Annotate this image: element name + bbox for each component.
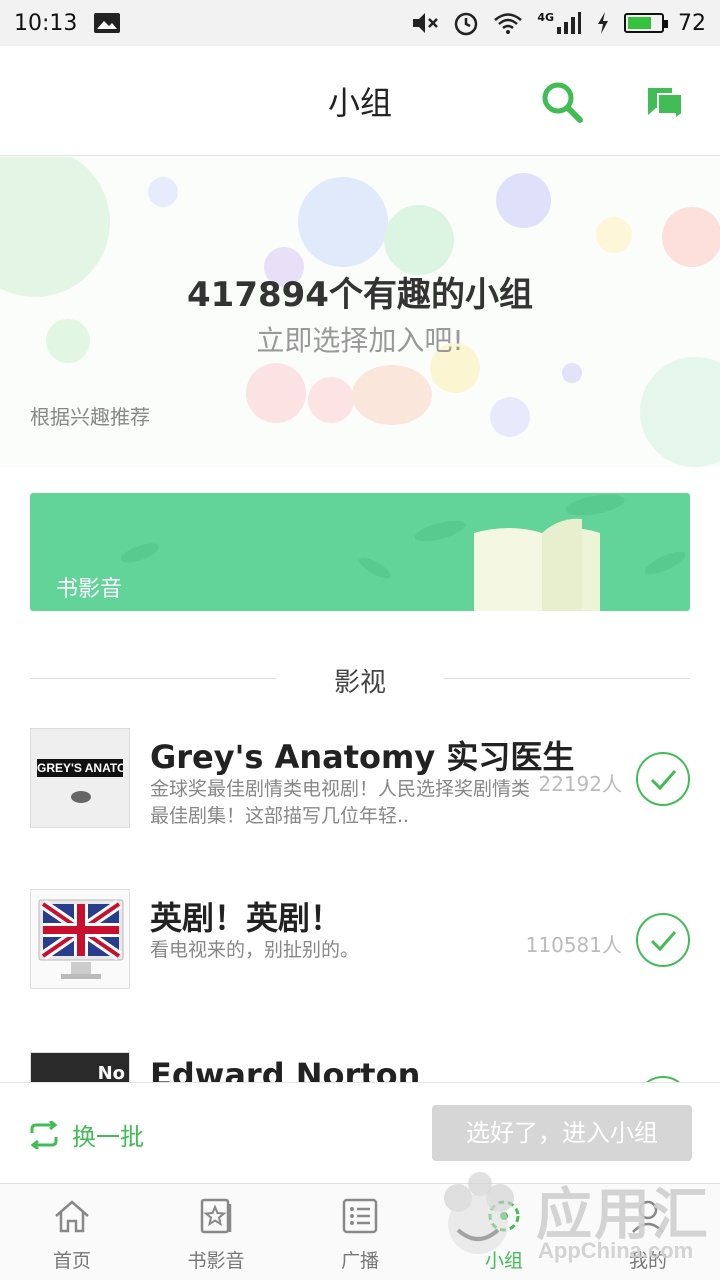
book-icon — [474, 518, 600, 611]
group-title: Grey's Anatomy 实习医生 — [150, 738, 575, 776]
member-count: 110581人 — [525, 933, 622, 957]
wifi-icon — [494, 13, 523, 34]
group-thumbnail — [30, 889, 130, 989]
signal-icon — [557, 12, 581, 34]
tab-broadcast[interactable]: 广播 — [288, 1184, 432, 1280]
decor-bubble — [662, 207, 720, 267]
group-description: 看电视来的，别扯别的。 — [150, 939, 360, 961]
status-bar: 10:13 4G 72 — [0, 0, 720, 46]
decor-bubble — [384, 205, 454, 275]
decor-bubble — [298, 177, 388, 267]
refresh-button[interactable]: 换一批 — [28, 1117, 144, 1152]
appchina-logo — [444, 1172, 514, 1254]
decor-bubble — [308, 377, 354, 423]
thumbnail-title: No — [97, 1063, 125, 1084]
network-type: 4G — [537, 10, 554, 24]
thumbnail-logo — [71, 791, 91, 803]
banner-label: 书影音 — [56, 577, 123, 602]
join-toggle[interactable] — [636, 752, 690, 806]
status-time: 10:13 — [14, 10, 78, 36]
alarm-icon — [455, 12, 478, 36]
decor-bubble — [496, 173, 551, 228]
home-icon — [55, 1200, 89, 1233]
battery-indicator — [624, 13, 668, 33]
checkmark-icon — [650, 770, 677, 791]
join-toggle[interactable] — [636, 913, 690, 967]
search-icon[interactable] — [538, 78, 586, 126]
decor-bubble — [596, 217, 632, 253]
tab-label: 书影音 — [187, 1250, 245, 1272]
group-count-heading: 417894个有趣的小组 — [187, 275, 533, 315]
checkmark-icon — [650, 931, 677, 952]
decor-bubble — [562, 363, 582, 383]
group-thumbnail: GREY'S ANATOMY — [30, 728, 130, 828]
app-bar: 小组 — [0, 46, 720, 156]
decor-bubble — [352, 365, 432, 425]
group-description: 金球奖最佳剧情类电视剧！人民选择奖剧情类最佳剧集！这部描写几位年轻.. — [150, 778, 531, 827]
list-icon — [342, 1198, 378, 1234]
chat-icon[interactable] — [642, 82, 686, 122]
tv-uk-flag-image — [38, 899, 124, 979]
category-banner[interactable]: 书影音 — [30, 493, 690, 611]
page-title: 小组 — [327, 84, 392, 122]
decor-bubble — [246, 363, 306, 423]
group-title: 英剧！英剧！ — [150, 899, 343, 937]
hero-subtitle: 立即选择加入吧! — [256, 324, 464, 357]
section-title: 影视 — [333, 668, 386, 698]
charging-icon — [598, 12, 608, 34]
decor-bubble — [490, 397, 530, 437]
tab-label: 广播 — [340, 1250, 379, 1272]
tab-book-movie-music[interactable]: 书影音 — [144, 1184, 288, 1280]
refresh-label: 换一批 — [72, 1123, 144, 1151]
hero-section: 417894个有趣的小组 立即选择加入吧! 根据兴趣推荐 — [0, 157, 720, 467]
section-header: 影视 — [30, 660, 690, 698]
appchina-watermark: 应用汇 AppChina.com — [428, 1150, 720, 1280]
battery-fill — [628, 17, 652, 29]
star-card-icon — [200, 1198, 232, 1234]
image-notification-icon — [94, 13, 121, 33]
decor-bubble — [640, 357, 720, 467]
thumbnail-title: GREY'S ANATOMY — [37, 759, 123, 777]
refresh-icon — [30, 1120, 58, 1149]
decor-bubble — [148, 177, 178, 207]
member-count: 22192人 — [538, 772, 622, 796]
recommend-label: 根据兴趣推荐 — [30, 405, 150, 429]
battery-percent: 72 — [678, 10, 706, 36]
tab-label: 首页 — [52, 1250, 91, 1272]
mute-icon — [413, 13, 439, 33]
group-list-item[interactable]: 英剧！英剧！ 看电视来的，别扯别的。 110581人 — [30, 889, 690, 999]
group-list-item[interactable]: GREY'S ANATOMY Grey's Anatomy 实习医生 金球奖最佳… — [30, 728, 690, 838]
watermark-site: AppChina.com — [538, 1238, 694, 1263]
tab-home[interactable]: 首页 — [0, 1184, 144, 1280]
